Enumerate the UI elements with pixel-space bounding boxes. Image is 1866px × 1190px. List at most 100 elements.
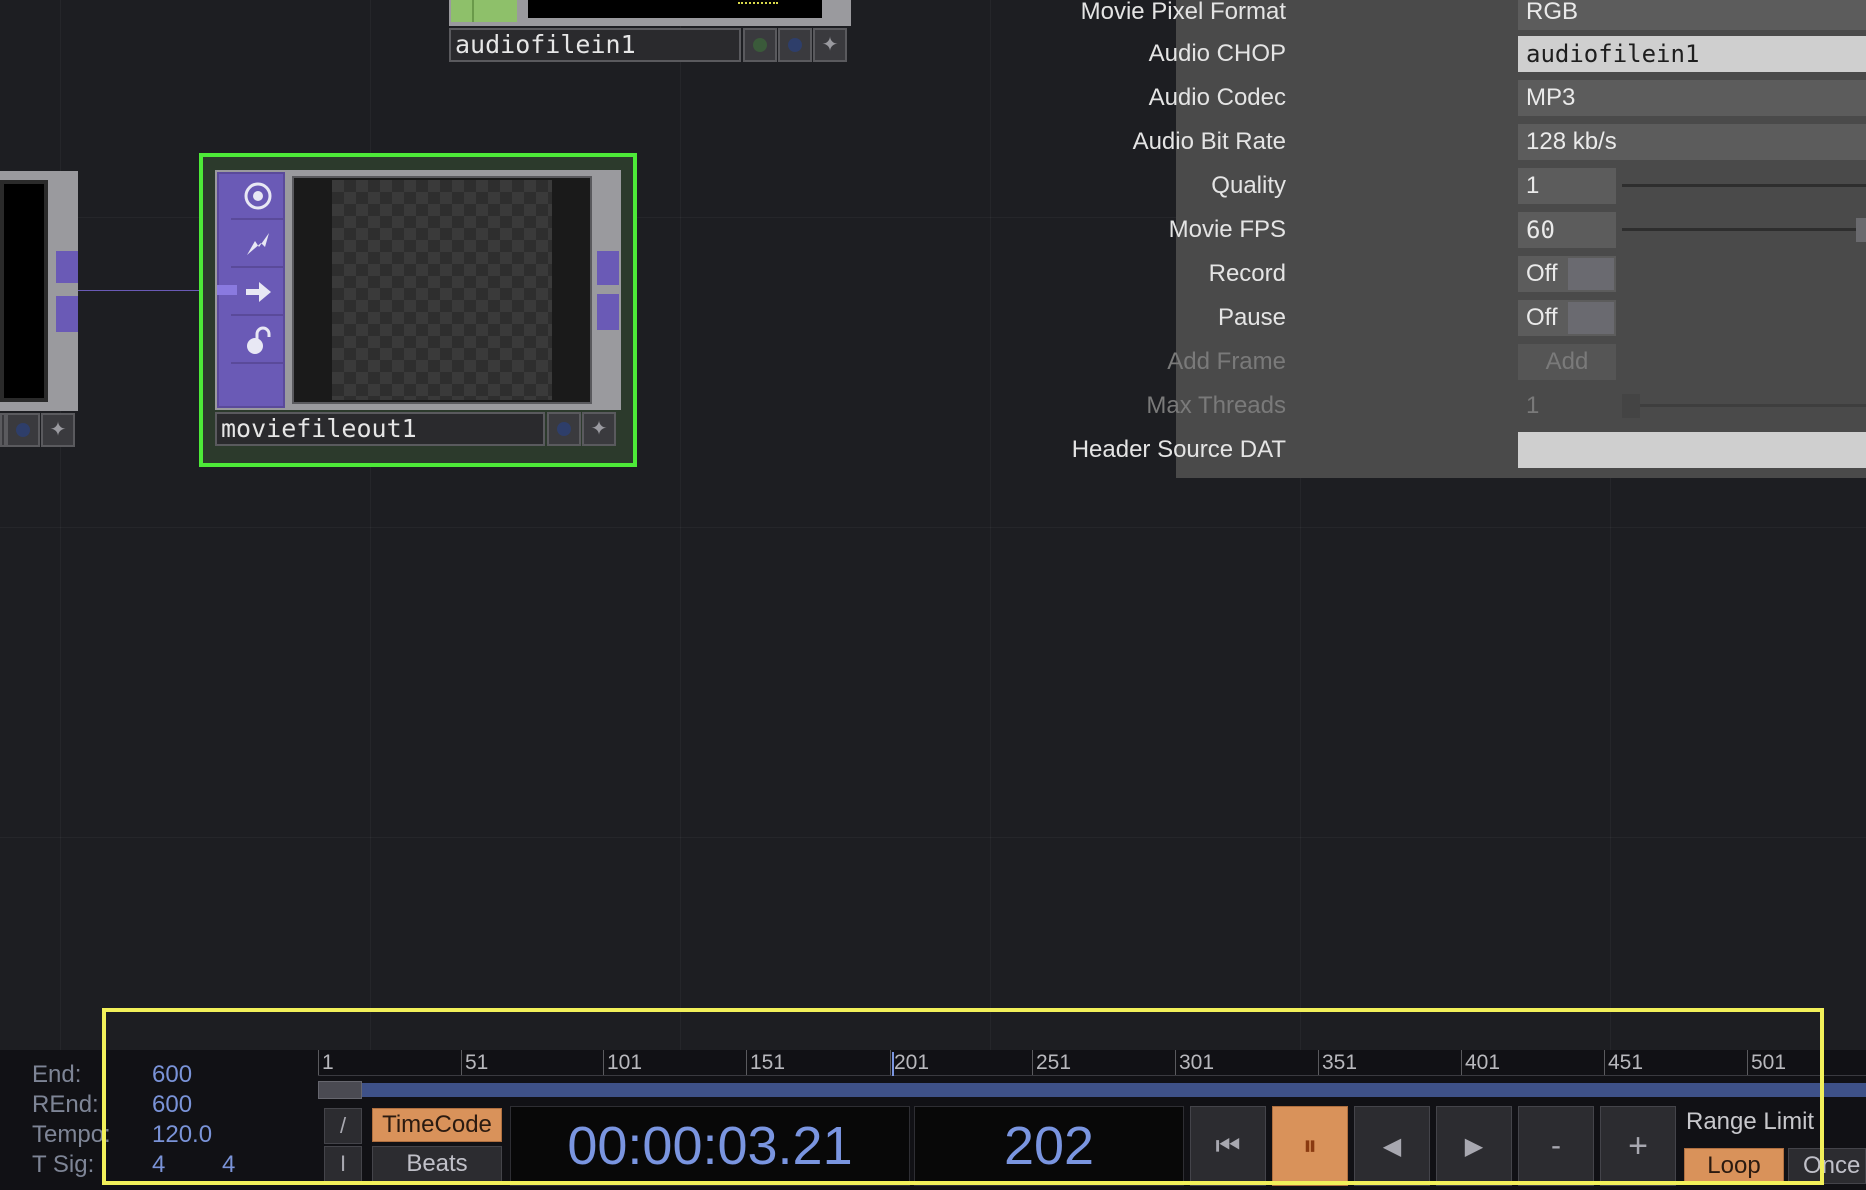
movie-fps-slider-handle[interactable] bbox=[1856, 218, 1866, 242]
param-header-source-dat: Header Source DAT bbox=[1072, 430, 1866, 470]
add-frame-button[interactable]: Add bbox=[1518, 344, 1616, 380]
param-label: Movie Pixel Format bbox=[1080, 0, 1286, 25]
record-toggle[interactable]: Off bbox=[1518, 256, 1616, 292]
audiofilein-pin-button[interactable]: ✦ bbox=[813, 28, 847, 62]
pause-icon: ⏸ bbox=[1302, 1129, 1317, 1161]
param-label: Quality bbox=[1211, 172, 1286, 199]
moviefileout-output-connector-2[interactable] bbox=[597, 294, 619, 330]
ruler-tick: 451 bbox=[1604, 1050, 1643, 1076]
target-icon[interactable] bbox=[231, 174, 285, 220]
timecode-button[interactable]: TimeCode bbox=[372, 1108, 502, 1142]
pause-button[interactable]: ⏸ bbox=[1272, 1106, 1348, 1186]
tempo-value[interactable]: 120.0 bbox=[152, 1120, 212, 1150]
param-label: Movie FPS bbox=[1168, 216, 1286, 243]
timeline-end-row: End: 600 bbox=[32, 1060, 322, 1090]
max-threads-field[interactable]: 1 bbox=[1518, 388, 1616, 424]
once-button[interactable]: Once bbox=[1788, 1148, 1866, 1184]
step-forward-icon: ▶ bbox=[1464, 1132, 1484, 1160]
decrease-button[interactable]: - bbox=[1518, 1106, 1594, 1186]
ruler-tick: 251 bbox=[1032, 1050, 1071, 1076]
param-label: Header Source DAT bbox=[1071, 436, 1286, 463]
slash-button[interactable]: / bbox=[324, 1108, 362, 1144]
beats-button[interactable]: Beats bbox=[372, 1146, 502, 1182]
ruler-tick: 1 bbox=[318, 1050, 334, 1076]
header-source-dat-field[interactable] bbox=[1518, 432, 1866, 468]
moviefileout-pin-button[interactable]: ✦ bbox=[582, 412, 616, 446]
left-node-output-connector-2[interactable] bbox=[56, 296, 78, 332]
plus-icon: + bbox=[1628, 1126, 1648, 1165]
playhead-marker[interactable] bbox=[892, 1052, 894, 1076]
param-movie-fps: Movie FPS 60 bbox=[1169, 210, 1866, 250]
left-node-display-button[interactable] bbox=[6, 413, 40, 447]
sparkle-icon: ✦ bbox=[590, 418, 608, 440]
param-movie-pixel-format: Movie Pixel Format RGB bbox=[1081, 0, 1866, 32]
end-label: End: bbox=[32, 1061, 82, 1088]
param-label: Audio Bit Rate bbox=[1132, 128, 1286, 155]
max-threads-slider-handle[interactable] bbox=[1622, 394, 1640, 418]
param-record: Record Off bbox=[1176, 254, 1866, 294]
ruler-tick: 401 bbox=[1461, 1050, 1500, 1076]
end-value[interactable]: 600 bbox=[152, 1060, 192, 1090]
parameter-panel: Movie Pixel Format RGB Audio CHOP audiof… bbox=[1072, 0, 1866, 478]
audio-bit-rate-menu[interactable]: 128 kb/s bbox=[1518, 124, 1866, 160]
left-node-pin-button[interactable]: ✦ bbox=[41, 413, 75, 447]
max-threads-slider[interactable] bbox=[1622, 404, 1866, 407]
moviefileout-display-button[interactable] bbox=[547, 412, 581, 446]
step-back-button[interactable]: ◀ bbox=[1354, 1106, 1430, 1186]
moviefileout-name[interactable]: moviefileout1 bbox=[215, 412, 545, 446]
audio-codec-menu[interactable]: MP3 bbox=[1518, 80, 1866, 116]
audiofilein-display-button[interactable] bbox=[778, 28, 812, 62]
ruler-tick: 301 bbox=[1175, 1050, 1214, 1076]
timeline-rend-row: REnd: 600 bbox=[32, 1090, 322, 1120]
param-label: Audio Codec bbox=[1148, 84, 1286, 111]
param-label: Add Frame bbox=[1167, 348, 1286, 375]
tsig-label: T Sig: bbox=[32, 1151, 95, 1178]
sparkle-icon: ✦ bbox=[821, 34, 839, 56]
movie-fps-slider[interactable] bbox=[1622, 228, 1866, 231]
range-limit-label: Range Limit bbox=[1686, 1108, 1815, 1135]
lightning-icon[interactable] bbox=[231, 222, 285, 268]
pause-toggle[interactable]: Off bbox=[1518, 300, 1616, 336]
timecode-display[interactable]: 00:00:03.21 bbox=[510, 1106, 910, 1186]
left-node-output-connector-1[interactable] bbox=[56, 251, 78, 283]
param-audio-codec: Audio Codec MP3 bbox=[1149, 78, 1866, 118]
lock-open-icon[interactable] bbox=[231, 318, 285, 364]
ruler-tick: 51 bbox=[461, 1050, 488, 1076]
left-node-viewer bbox=[0, 180, 48, 402]
audiofilein-name[interactable]: audiofilein1 bbox=[449, 28, 741, 62]
tsig-numerator[interactable]: 4 bbox=[152, 1150, 165, 1180]
audiofilein-connector-divider bbox=[472, 0, 474, 22]
param-label: Pause bbox=[1217, 304, 1286, 331]
rewind-button[interactable]: ⏮ bbox=[1190, 1106, 1266, 1186]
param-add-frame: Add Frame Add bbox=[1167, 342, 1866, 382]
cursor-button[interactable]: I bbox=[324, 1146, 362, 1182]
moviefileout-output-connector-1[interactable] bbox=[597, 251, 619, 285]
increase-button[interactable]: + bbox=[1600, 1106, 1676, 1186]
frame-display[interactable]: 202 bbox=[914, 1106, 1184, 1186]
param-audio-bit-rate: Audio Bit Rate 128 kb/s bbox=[1133, 122, 1866, 162]
step-back-icon: ◀ bbox=[1382, 1132, 1402, 1160]
audiofilein-input-connector[interactable] bbox=[451, 0, 517, 22]
connection-wire[interactable] bbox=[78, 290, 218, 291]
toggle-knob bbox=[1568, 302, 1614, 334]
rend-value[interactable]: 600 bbox=[152, 1090, 192, 1120]
toggle-knob bbox=[1568, 258, 1614, 290]
param-max-threads: Max Threads 1 bbox=[1146, 386, 1866, 426]
range-handle[interactable] bbox=[318, 1081, 362, 1099]
timeline-tsig-row: T Sig: 4 4 bbox=[32, 1150, 322, 1180]
ruler-tick: 351 bbox=[1318, 1050, 1357, 1076]
step-forward-button[interactable]: ▶ bbox=[1436, 1106, 1512, 1186]
audiofilein-bypass-button[interactable] bbox=[743, 28, 777, 62]
movie-fps-field[interactable]: 60 bbox=[1518, 212, 1616, 248]
audio-chop-field[interactable]: audiofilein1 bbox=[1518, 36, 1866, 72]
quality-slider[interactable] bbox=[1622, 184, 1866, 187]
range-bar[interactable] bbox=[318, 1083, 1866, 1097]
quality-field[interactable]: 1 bbox=[1518, 168, 1616, 204]
sparkle-icon: ✦ bbox=[49, 419, 67, 441]
minus-icon: - bbox=[1551, 1129, 1561, 1162]
tsig-denominator[interactable]: 4 bbox=[222, 1150, 235, 1180]
movie-pixel-format-menu[interactable]: RGB bbox=[1518, 0, 1866, 30]
rewind-icon: ⏮ bbox=[1215, 1129, 1241, 1161]
loop-button[interactable]: Loop bbox=[1684, 1148, 1784, 1184]
arrow-right-icon[interactable] bbox=[231, 270, 285, 316]
